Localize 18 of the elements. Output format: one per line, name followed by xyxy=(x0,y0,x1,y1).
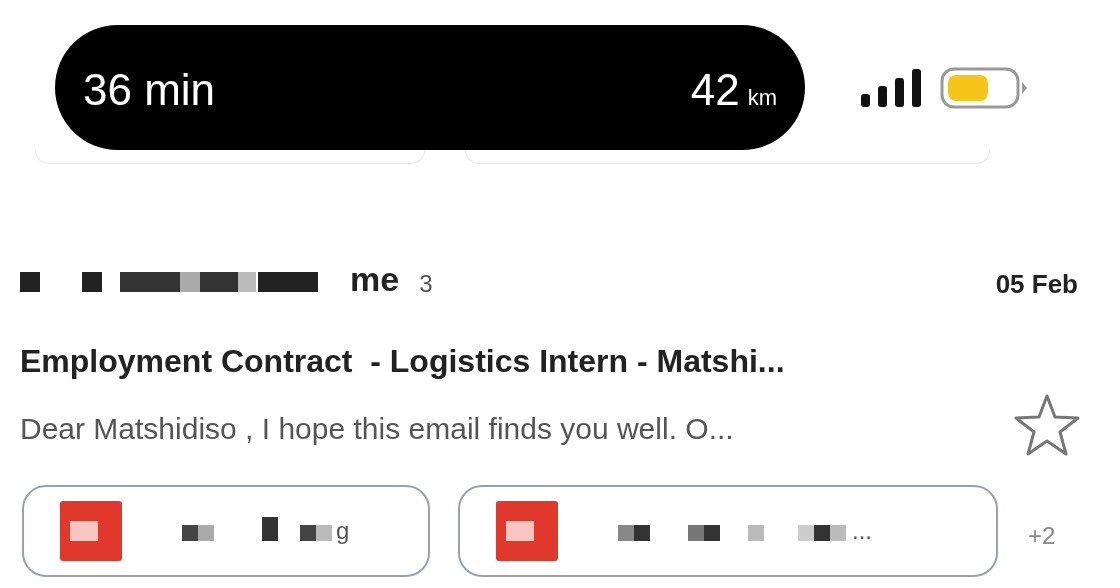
star-icon[interactable] xyxy=(1013,393,1081,457)
thread-count: 3 xyxy=(419,272,433,296)
distance-text: 42 xyxy=(690,67,740,112)
filename-text: g xyxy=(336,516,350,546)
battery-icon xyxy=(940,67,1028,109)
distance-unit: km xyxy=(747,86,777,109)
sender-name: me xyxy=(350,262,400,296)
filename-text: ... xyxy=(852,516,872,546)
duration-text: 36 min xyxy=(83,67,216,112)
email-preview: Dear Matshidiso , I hope this email finds you well. O... xyxy=(20,411,734,447)
signal-icon xyxy=(860,68,922,108)
attachment-chip[interactable]: g xyxy=(22,485,430,577)
more-attachments-count[interactable]: +2 xyxy=(1028,518,1056,554)
file-icon xyxy=(496,501,558,561)
attachment-chip[interactable]: ... xyxy=(458,485,998,577)
file-icon xyxy=(60,501,122,561)
email-subject: Employment Contract - Logistics Intern - Matshi... xyxy=(20,342,785,381)
email-date: 05 Feb xyxy=(995,268,1078,301)
